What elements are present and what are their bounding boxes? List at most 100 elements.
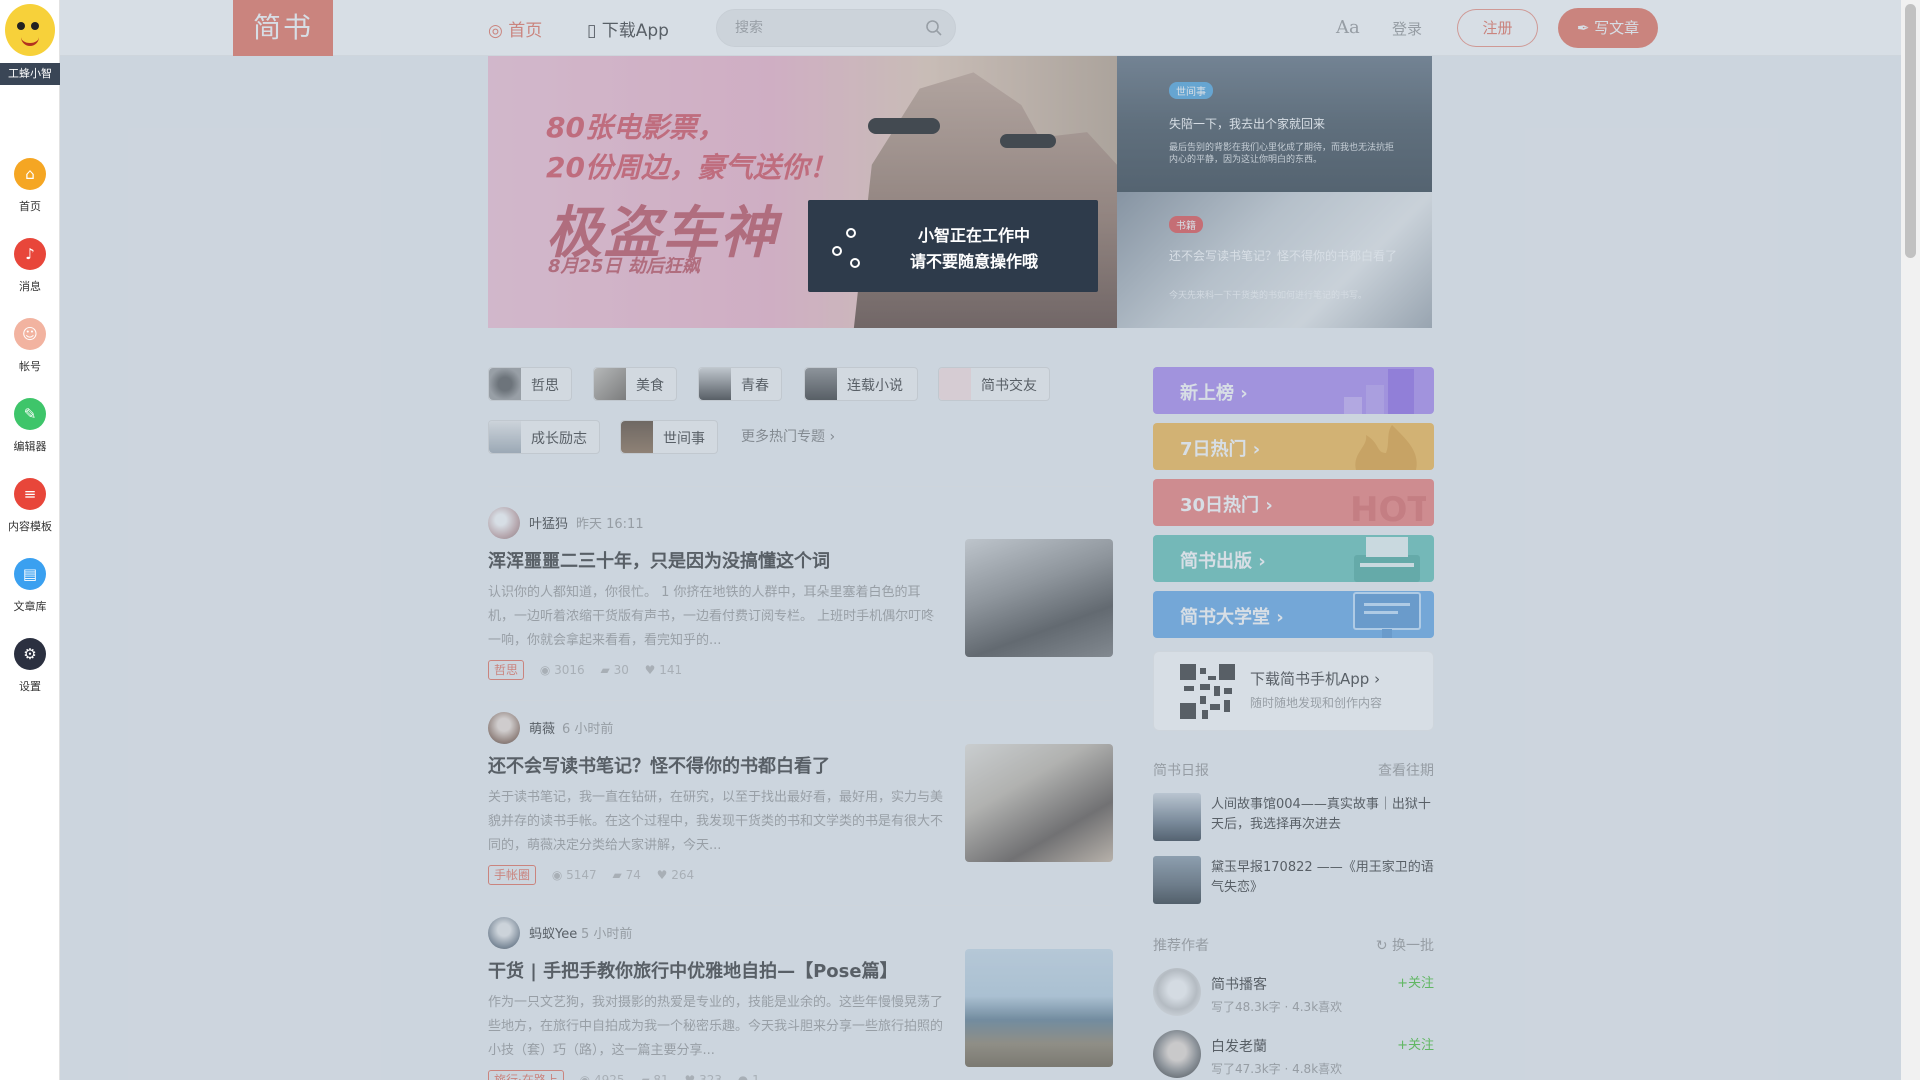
- author-avatar[interactable]: [488, 917, 520, 949]
- busy-message-line1: 小智正在工作中: [918, 226, 1031, 245]
- sidebar-item-settings[interactable]: ⚙ 设置: [0, 638, 60, 698]
- collection-tag[interactable]: 哲思: [488, 660, 525, 680]
- author-name[interactable]: 蚂蚁Yee: [529, 923, 577, 942]
- quill-icon: ✒: [1576, 19, 1590, 37]
- follow-button[interactable]: +关注: [1397, 1034, 1434, 1053]
- more-topics-link[interactable]: 更多热门专题 ›: [741, 426, 835, 446]
- nav-home-link[interactable]: ◎ 首页: [488, 16, 542, 41]
- follow-button[interactable]: +关注: [1397, 972, 1434, 991]
- nav-download-app-link[interactable]: ▯ 下载App: [587, 16, 669, 41]
- sidebar-item-label: 文章库: [13, 600, 47, 613]
- coin-icon: ●: [737, 1073, 753, 1080]
- side-card-tag: 世间事: [1169, 82, 1213, 99]
- board-30day-hot[interactable]: 30日热门 › HOT: [1153, 479, 1434, 526]
- write-article-label: 写文章: [1594, 19, 1640, 37]
- sidebar-item-home[interactable]: ⌂ 首页: [0, 158, 60, 218]
- search-icon[interactable]: [925, 19, 943, 37]
- article-meta: 手帐圈 ◉ 5147 ▰ 74 ♥ 264: [488, 865, 706, 885]
- sidebar-item-templates[interactable]: ≡ 内容模板: [0, 478, 60, 538]
- topic-tag[interactable]: 美食: [593, 367, 677, 401]
- article-cover[interactable]: [965, 949, 1113, 1067]
- article-title[interactable]: 还不会写读书笔记？怪不得你的书都白看了: [488, 752, 958, 778]
- download-app-card[interactable]: 下载简书手机App › 随时随地发现和创作内容: [1153, 651, 1434, 731]
- sidebar-item-editor[interactable]: ✎ 编辑器: [0, 398, 60, 458]
- author-name[interactable]: 白发老蘭: [1211, 1036, 1267, 1056]
- more-topics-label: 更多热门专题: [741, 429, 825, 445]
- page-scrollbar[interactable]: [1901, 0, 1920, 1080]
- publish-time: 6 小时前: [562, 722, 614, 737]
- banner-side-card[interactable]: 世间事 失陪一下，我去出个家就回来 最后告别的背影在我们心里化成了期待，而我也无…: [1117, 56, 1432, 192]
- daily-item[interactable]: 人间故事馆004——真实故事｜出狱十天后，我选择再次进去: [1153, 793, 1434, 845]
- author-avatar[interactable]: [1153, 1030, 1201, 1078]
- views-count: ◉ 5147: [552, 868, 597, 882]
- likes-value: 323: [699, 1073, 722, 1080]
- board-label: 新上榜 ›: [1180, 383, 1248, 404]
- topic-label: 哲思: [531, 378, 559, 394]
- article-title[interactable]: 干货 | 手把手教你旅行中优雅地自拍—【Pose篇】: [488, 957, 958, 983]
- topic-tag[interactable]: 成长励志: [488, 420, 600, 454]
- likes-count: ♥ 264: [657, 868, 694, 882]
- author-name[interactable]: 叶猛犸: [529, 513, 568, 532]
- busy-toast: 小智正在工作中 请不要随意操作哦: [808, 200, 1098, 292]
- typewriter-icon: [1354, 537, 1420, 582]
- refresh-icon: ↻: [1375, 938, 1392, 954]
- comments-count[interactable]: ▰ 74: [613, 868, 641, 882]
- site-logo[interactable]: 简书: [233, 0, 333, 56]
- topic-tag[interactable]: 世间事: [620, 420, 718, 454]
- rewards-count: ● 1: [738, 1073, 760, 1080]
- board-label-text: 7日热门: [1180, 439, 1247, 460]
- comments-count[interactable]: ▰ 81: [640, 1073, 668, 1080]
- author-avatar[interactable]: [488, 712, 520, 744]
- banner-side: 世间事 失陪一下，我去出个家就回来 最后告别的背影在我们心里化成了期待，而我也无…: [1117, 56, 1432, 328]
- article-cover[interactable]: [965, 539, 1113, 657]
- author-name[interactable]: 萌薇: [529, 718, 555, 737]
- font-size-toggle[interactable]: Aa: [1336, 17, 1360, 38]
- topic-tag[interactable]: 哲思: [488, 367, 572, 401]
- board-7day-hot[interactable]: 7日热门 ›: [1153, 423, 1434, 470]
- sidebar-item-account[interactable]: ☺ 帐号: [0, 318, 60, 378]
- login-link[interactable]: 登录: [1392, 18, 1422, 39]
- signup-button[interactable]: 注册: [1457, 9, 1538, 47]
- article-title[interactable]: 浑浑噩噩二三十年，只是因为没搞懂这个词: [488, 547, 958, 573]
- banner-sunglasses: [868, 118, 940, 134]
- busy-message-line2: 请不要随意操作哦: [910, 252, 1039, 271]
- comments-value: 30: [613, 663, 629, 677]
- collection-tag[interactable]: 旅行·在路上: [488, 1070, 564, 1080]
- topic-thumbnail: [489, 368, 521, 400]
- article-cover[interactable]: [965, 744, 1113, 862]
- topic-tag[interactable]: 连载小说: [804, 367, 918, 401]
- refresh-label: 换一批: [1392, 938, 1434, 954]
- refresh-authors-button[interactable]: ↻ 换一批: [1376, 935, 1434, 955]
- comments-count[interactable]: ▰ 30: [601, 663, 629, 677]
- daily-history-link[interactable]: 查看往期: [1378, 760, 1434, 780]
- article-abstract: 认识你的人都知道，你很忙。 1 你挤在地铁的人群中，耳朵里塞着白色的耳机，一边听…: [488, 585, 935, 648]
- board-new[interactable]: 新上榜 ›: [1153, 367, 1434, 414]
- side-card-summary: 最后告别的背影在我们心里化成了期待，而我也无法抗拒内心的平静，因为这让你明白的东…: [1169, 143, 1395, 165]
- search-input[interactable]: [735, 18, 915, 38]
- bar-chart-icon: [1344, 369, 1414, 414]
- board-publishing[interactable]: 简书出版 ›: [1153, 535, 1434, 582]
- hot-badge-icon: HOT: [1350, 490, 1426, 526]
- topic-thumbnail: [939, 368, 971, 400]
- write-article-button[interactable]: ✒ 写文章: [1558, 8, 1658, 48]
- topic-thumbnail: [699, 368, 731, 400]
- author-name[interactable]: 简书播客: [1211, 974, 1267, 994]
- scrollbar-thumb[interactable]: [1905, 4, 1916, 258]
- phone-icon: ▯: [587, 21, 597, 41]
- sidebar-item-library[interactable]: ▤ 文章库: [0, 558, 60, 618]
- topic-tag[interactable]: 青春: [698, 367, 782, 401]
- sidebar-item-label: 内容模板: [8, 520, 52, 533]
- article-item: 蚂蚁Yee 5 小时前 干货 | 手把手教你旅行中优雅地自拍—【Pose篇】 作…: [488, 905, 1113, 1080]
- board-label-text: 30日热门: [1180, 495, 1260, 516]
- likes-value: 141: [659, 663, 683, 677]
- daily-item[interactable]: 黛玉早报170822 ——《用王家卫的语气失恋》: [1153, 856, 1434, 908]
- board-university[interactable]: 简书大学堂 ›: [1153, 591, 1434, 638]
- views-count: ◉ 4925: [580, 1073, 625, 1080]
- author-avatar[interactable]: [1153, 968, 1201, 1016]
- banner-side-card[interactable]: 书籍 还不会写读书笔记？怪不得你的书都白看了 今天先来科一下干货类的书如何进行笔…: [1117, 192, 1432, 328]
- sidebar-item-messages[interactable]: ♪ 消息: [0, 238, 60, 298]
- topic-tag[interactable]: 简书交友: [938, 367, 1050, 401]
- author-avatar[interactable]: [488, 507, 520, 539]
- topic-thumbnail: [594, 368, 626, 400]
- collection-tag[interactable]: 手帐圈: [488, 865, 537, 885]
